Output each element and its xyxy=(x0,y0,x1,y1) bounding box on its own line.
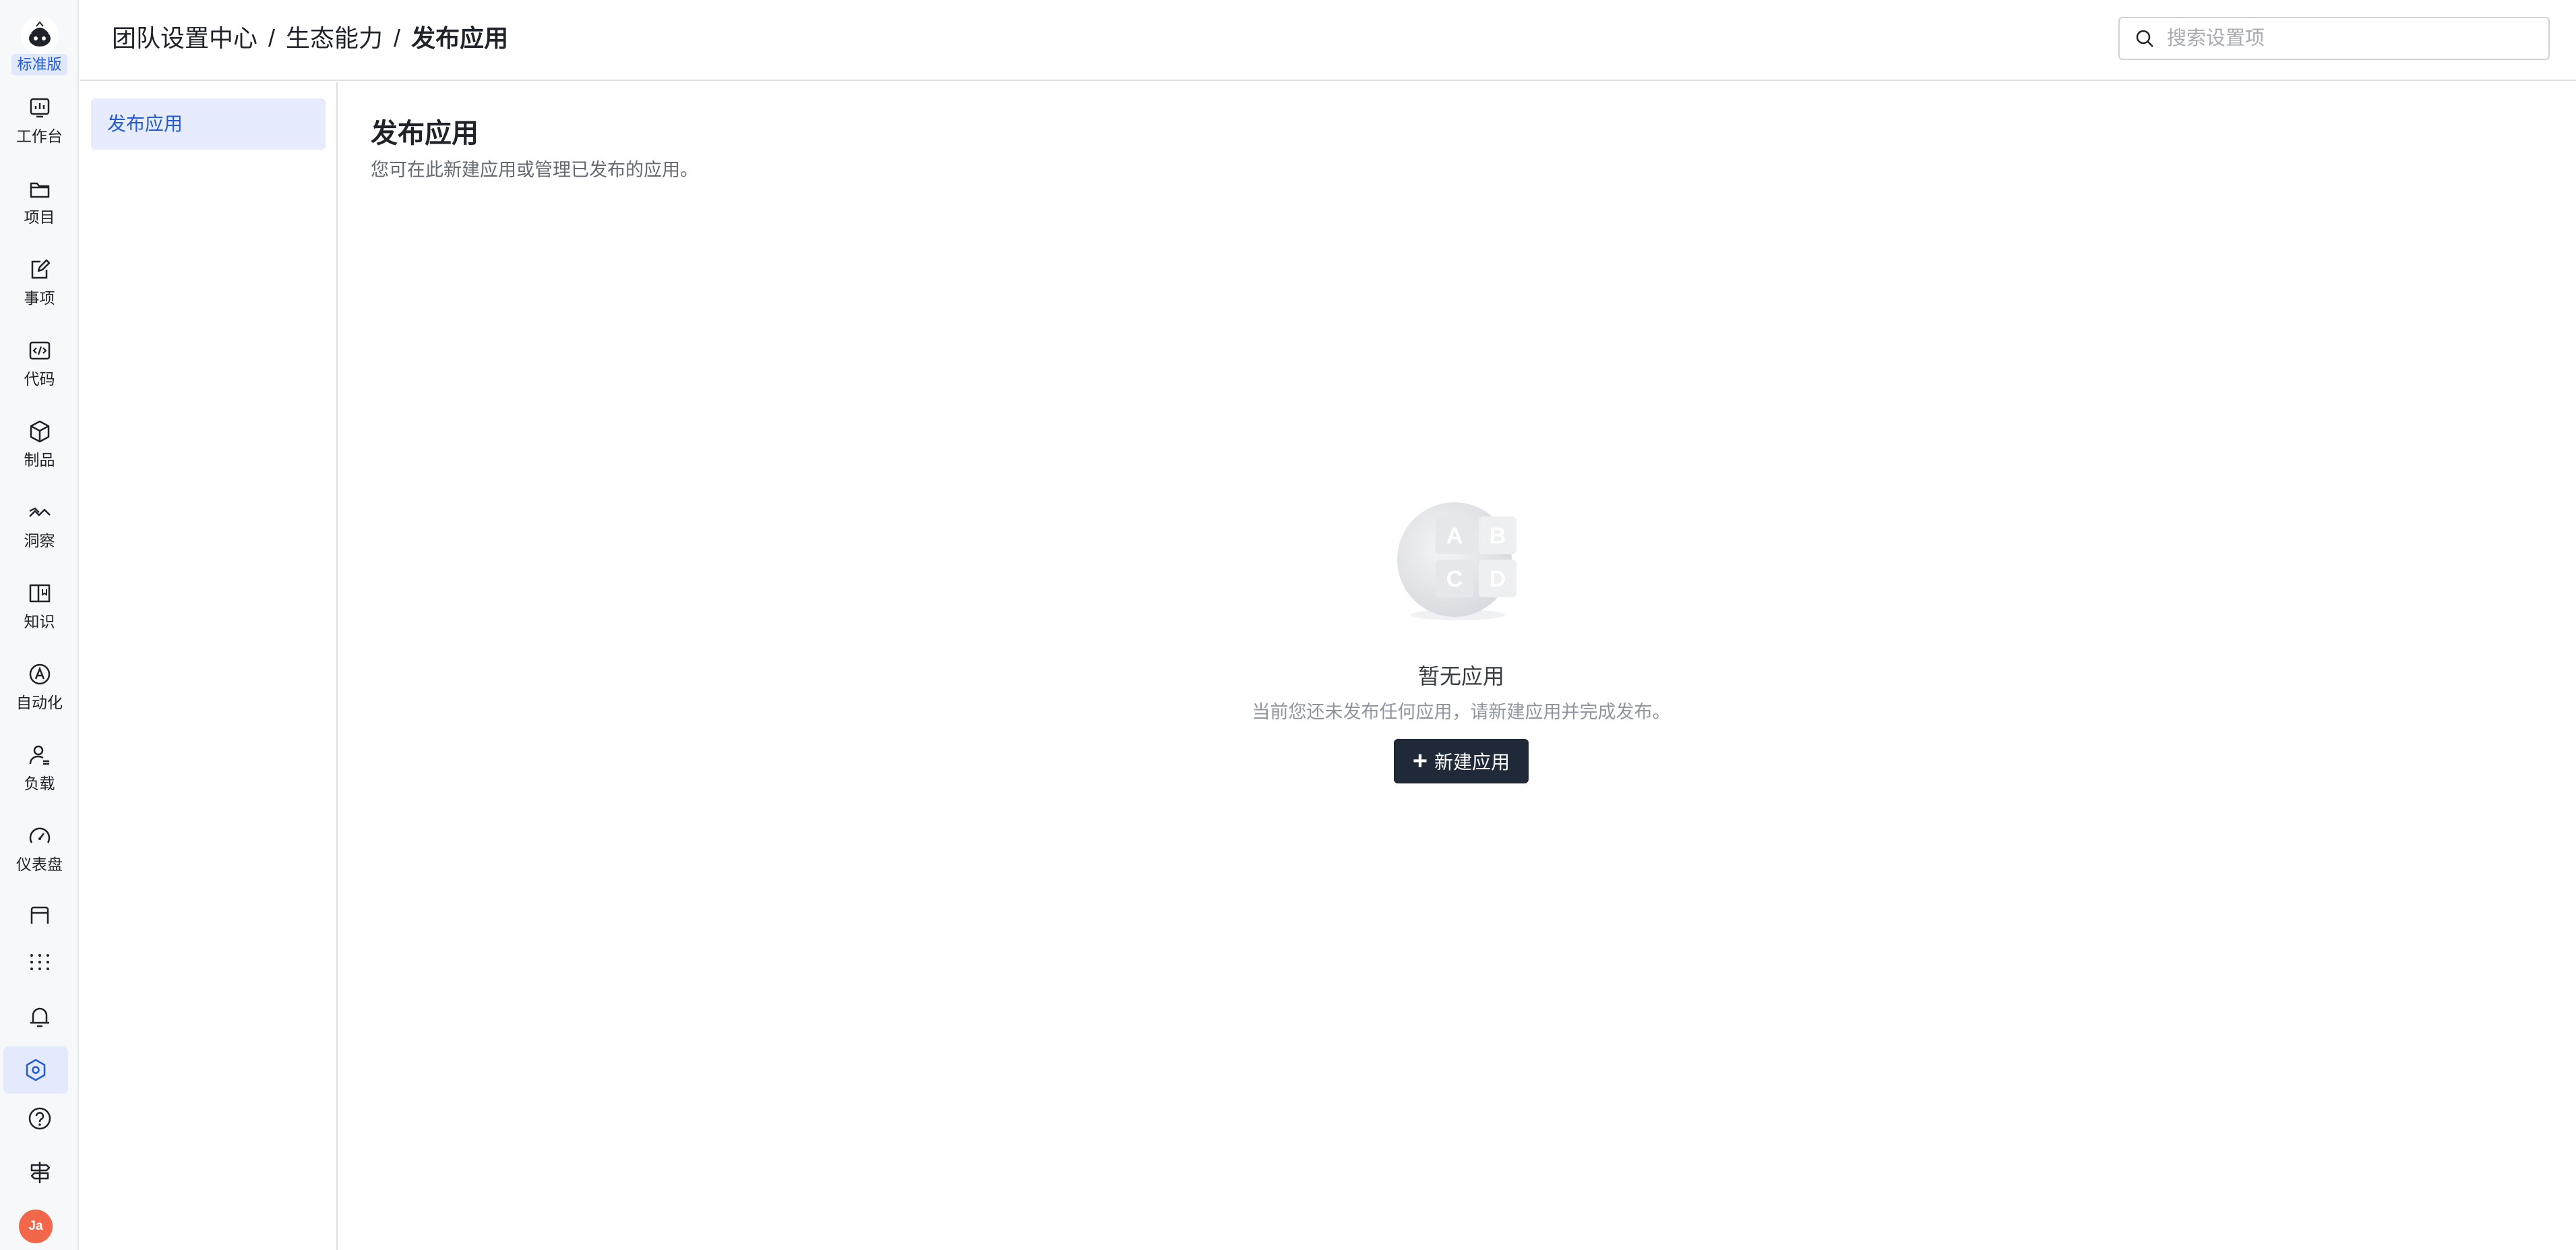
rail-item-insight[interactable]: 洞察 xyxy=(0,499,79,573)
rail-item-code[interactable]: 代码 xyxy=(0,337,79,411)
edit-doc-icon xyxy=(31,259,50,279)
logo-icon xyxy=(20,16,59,54)
new-app-button[interactable]: + 新建应用 xyxy=(1393,739,1529,783)
rail-item-label: 负载 xyxy=(24,775,55,792)
tile-c: C xyxy=(1446,566,1463,592)
settings-search[interactable] xyxy=(2118,17,2550,60)
rail-item-knowledge[interactable]: 知识 xyxy=(0,580,79,654)
rail-item-label: 制品 xyxy=(24,451,55,469)
subnav-item-publish-app[interactable]: 发布应用 xyxy=(91,98,326,150)
gauge-icon xyxy=(29,827,50,843)
rail-item-label: 事项 xyxy=(24,289,55,307)
left-rail: 标准版 工作台 项目 事项 代码 制品 洞察 知识 自动化 负载 仪表盘 Ja xyxy=(0,0,79,1250)
page-description: 您可在此新建应用或管理已发布的应用。 xyxy=(371,160,698,180)
rail-item-more-partial[interactable] xyxy=(0,903,79,924)
rail-item-label: 项目 xyxy=(24,208,55,226)
avatar[interactable]: Ja xyxy=(19,1210,53,1243)
rail-item-label: 知识 xyxy=(24,613,55,630)
rail-item-label: 代码 xyxy=(24,370,55,388)
main-content: 发布应用 您可在此新建应用或管理已发布的应用。 A B C D 暂无应用 当前您… xyxy=(339,82,2576,1250)
apps-grid-icon xyxy=(30,954,49,970)
book-icon xyxy=(29,584,50,603)
plus-icon: + xyxy=(1412,747,1428,775)
empty-description: 当前您还未发布任何应用，请新建应用并完成发布。 xyxy=(1252,702,1671,722)
help-icon xyxy=(28,1107,51,1130)
chart-board-icon xyxy=(30,98,49,118)
new-app-button-label: 新建应用 xyxy=(1434,752,1510,773)
breadcrumb-ecosystem[interactable]: 生态能力 xyxy=(286,24,383,52)
breadcrumb-separator: / xyxy=(268,24,276,52)
tile-d: D xyxy=(1490,566,1506,592)
rail-item-items[interactable]: 事项 xyxy=(0,256,79,330)
breadcrumb-current: 发布应用 xyxy=(411,24,509,52)
breadcrumb-team-settings[interactable]: 团队设置中心 xyxy=(112,24,257,52)
search-icon xyxy=(2136,30,2153,47)
empty-title: 暂无应用 xyxy=(1417,664,1504,688)
bell-icon xyxy=(30,1007,49,1028)
tile-b: B xyxy=(1490,523,1506,549)
settings-button[interactable] xyxy=(3,1046,68,1094)
rail-item-automation[interactable]: 自动化 xyxy=(0,661,79,735)
rail-item-label: 仪表盘 xyxy=(16,856,63,873)
apps-grid-button[interactable] xyxy=(0,939,79,986)
rail-item-dashboard[interactable]: 仪表盘 xyxy=(0,823,79,897)
product-logo[interactable]: 标准版 xyxy=(0,16,79,78)
breadcrumb-separator: / xyxy=(394,24,401,52)
insight-icon xyxy=(28,507,51,517)
printer-icon xyxy=(30,906,49,924)
rail-item-label: 自动化 xyxy=(16,694,63,711)
package-icon xyxy=(30,420,49,443)
tile-a: A xyxy=(1446,523,1463,549)
user-load-icon xyxy=(29,745,49,765)
breadcrumb: 团队设置中心 / 生态能力 / 发布应用 xyxy=(112,22,508,55)
rail-item-artifacts[interactable]: 制品 xyxy=(0,418,79,492)
automation-icon xyxy=(29,663,50,685)
help-button[interactable] xyxy=(0,1095,79,1142)
rail-item-projects[interactable]: 项目 xyxy=(0,175,79,249)
settings-hex-icon xyxy=(26,1059,46,1081)
edition-badge: 标准版 xyxy=(11,54,67,76)
rail-item-load[interactable]: 负载 xyxy=(0,742,79,816)
empty-state: A B C D 暂无应用 当前您还未发布任何应用，请新建应用并完成发布。 + 新… xyxy=(1175,500,1748,783)
empty-apps-illustration: A B C D xyxy=(1394,500,1529,628)
signpost-icon xyxy=(30,1162,50,1183)
code-icon xyxy=(29,341,50,360)
top-header: 团队设置中心 / 生态能力 / 发布应用 xyxy=(80,0,2576,81)
rail-item-label: 工作台 xyxy=(16,127,63,145)
page-title: 发布应用 xyxy=(371,119,479,148)
notifications-button[interactable] xyxy=(0,993,79,1040)
settings-subnav: 发布应用 xyxy=(80,82,338,1250)
rail-item-workbench[interactable]: 工作台 xyxy=(0,94,79,169)
rail-item-label: 洞察 xyxy=(24,532,55,549)
folder-icon xyxy=(30,182,49,198)
guide-button[interactable] xyxy=(0,1149,79,1196)
search-input[interactable] xyxy=(2167,27,2544,50)
